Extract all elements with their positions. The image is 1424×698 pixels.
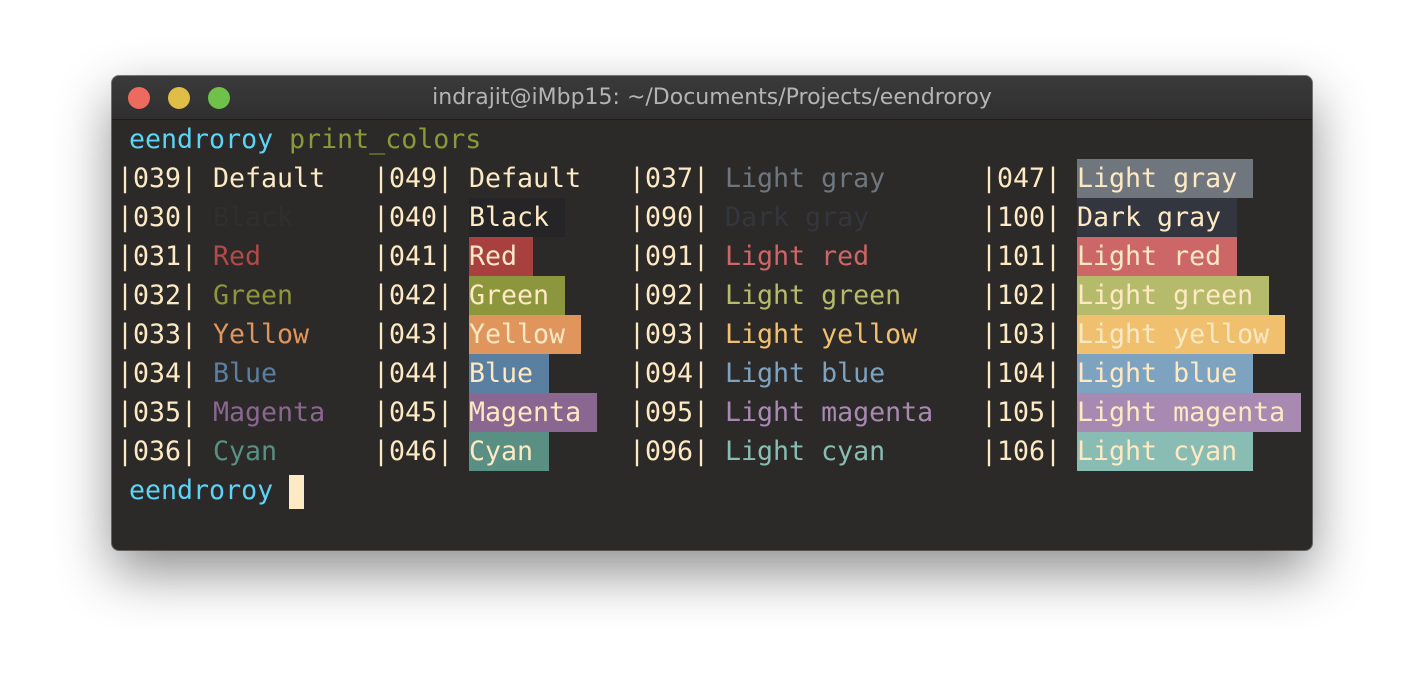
color-sample: Cyan [213,436,294,467]
color-code: |033| [117,319,198,350]
color-sample: Light cyan [725,436,902,467]
color-code: |092| [629,280,710,311]
color-code: |047| [981,163,1062,194]
color-code: |030| [117,202,198,233]
color-code: |031| [117,241,198,272]
color-code: |101| [981,241,1062,272]
color-sample: Cyan [469,432,550,471]
prompt-command: print_colors [289,124,482,155]
color-code: |046| [373,436,454,467]
color-sample: Light yellow [1077,315,1286,354]
color-code: |039| [117,163,198,194]
color-code: |034| [117,358,198,389]
color-sample: Magenta [469,393,598,432]
color-sample: Light gray [1077,159,1254,198]
color-code: |102| [981,280,1062,311]
color-sample: Light red [725,241,886,272]
color-sample: Black [213,202,310,233]
color-sample: Light red [1077,237,1238,276]
color-code: |035| [117,397,198,428]
color-sample: Red [213,241,278,272]
color-sample: Green [469,276,566,315]
color-sample: Magenta [213,397,342,428]
color-sample: Dark gray [1077,198,1238,237]
color-code: |094| [629,358,710,389]
color-code: |049| [373,163,454,194]
color-code: |044| [373,358,454,389]
color-sample: Light green [1077,276,1270,315]
color-sample: Light yellow [725,319,934,350]
color-code: |040| [373,202,454,233]
color-sample: Light cyan [1077,432,1254,471]
color-sample: Light blue [725,358,902,389]
color-code: |091| [629,241,710,272]
window-title: indrajit@iMbp15: ~/Documents/Projects/ee… [432,85,992,110]
title-bar: indrajit@iMbp15: ~/Documents/Projects/ee… [112,76,1312,120]
color-code: |093| [629,319,710,350]
color-sample: Light blue [1077,354,1254,393]
color-code: |095| [629,397,710,428]
final-prompt-line: eendroroy [129,471,305,510]
color-sample: Red [469,237,534,276]
color-code: |106| [981,436,1062,467]
color-code: |090| [629,202,710,233]
color-sample: Light green [725,280,918,311]
color-code: |037| [629,163,710,194]
color-sample: Yellow [213,319,326,350]
color-sample: Light magenta [725,397,950,428]
color-code: |041| [373,241,454,272]
prompt-user: eendroroy [129,124,274,155]
color-sample: Yellow [469,315,582,354]
color-code: |042| [373,280,454,311]
color-code: |100| [981,202,1062,233]
color-code: |036| [117,436,198,467]
color-sample: Light magenta [1077,393,1302,432]
color-code: |032| [117,280,198,311]
color-code: |096| [629,436,710,467]
cursor [289,474,305,509]
color-sample: Black [469,198,566,237]
color-code: |105| [981,397,1062,428]
terminal-window: indrajit@iMbp15: ~/Documents/Projects/ee… [112,76,1312,550]
prompt-user: eendroroy [129,475,274,506]
color-sample: Blue [213,358,294,389]
color-sample: Light gray [725,163,902,194]
color-sample: Blue [469,354,550,393]
color-sample: Green [213,280,310,311]
color-code: |045| [373,397,454,428]
color-code: |043| [373,319,454,350]
prompt-line: eendroroy print_colors [129,120,481,159]
color-code: |103| [981,319,1062,350]
color-sample: Dark gray [725,202,886,233]
color-sample: Default [213,163,342,194]
color-sample: Default [469,163,598,194]
color-code: |104| [981,358,1062,389]
